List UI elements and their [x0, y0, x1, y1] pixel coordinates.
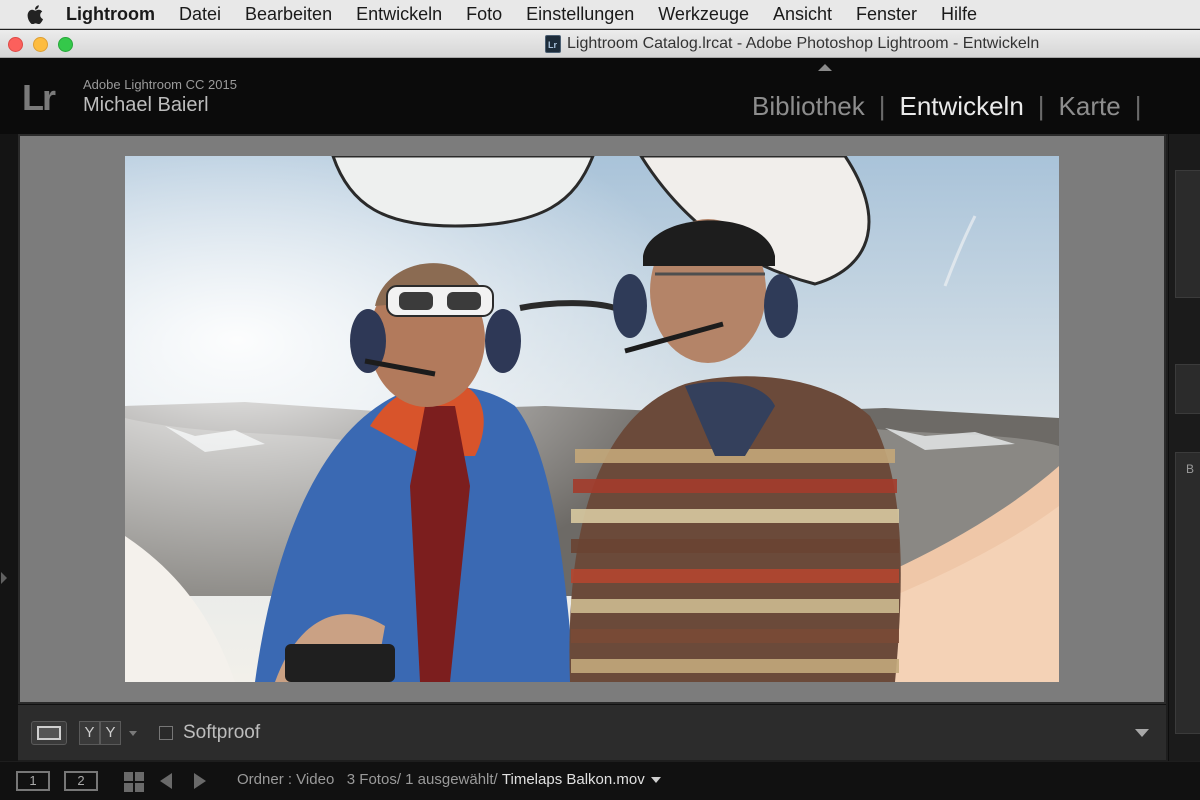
expand-left-panel-icon[interactable]: [1, 572, 7, 584]
module-entwickeln[interactable]: Entwickeln: [900, 91, 1024, 122]
basic-panel-header[interactable]: B: [1186, 462, 1194, 476]
video-frame-image: [125, 156, 1059, 682]
photo-preview[interactable]: [125, 156, 1059, 682]
source-folder-label[interactable]: Ordner : Video: [237, 771, 334, 788]
apple-icon[interactable]: [26, 4, 44, 24]
lightroom-top-panel: Lr Adobe Lightroom CC 2015 Michael Baier…: [0, 58, 1200, 134]
basic-panel: [1175, 452, 1200, 734]
previous-photo-icon[interactable]: [160, 773, 172, 789]
current-filename[interactable]: Timelaps Balkon.mov: [502, 771, 645, 788]
module-karte[interactable]: Karte: [1059, 91, 1121, 122]
right-panel-partial: B: [1168, 134, 1200, 761]
module-picker: Bibliothek | Entwickeln | Karte |: [752, 91, 1155, 122]
tool-strip: [1175, 364, 1200, 414]
menu-foto[interactable]: Foto: [466, 4, 502, 25]
filename-dropdown-icon[interactable]: [650, 777, 661, 784]
loupe-view-button[interactable]: [31, 721, 67, 745]
loupe-view-icon: [37, 726, 61, 740]
menu-werkzeuge[interactable]: Werkzeuge: [658, 4, 749, 25]
menu-fenster[interactable]: Fenster: [856, 4, 917, 25]
menu-hilfe[interactable]: Hilfe: [941, 4, 977, 25]
develop-toolbar: Y Y Softproof: [18, 704, 1166, 760]
menu-einstellungen[interactable]: Einstellungen: [526, 4, 634, 25]
before-after-view-button[interactable]: Y Y: [79, 721, 121, 745]
module-separator: |: [1134, 91, 1142, 121]
module-bibliothek[interactable]: Bibliothek: [752, 91, 865, 122]
histogram-panel: [1175, 170, 1200, 298]
filmstrip-source-info: Ordner : Video 3 Fotos/ 1 ausgewählt/ Ti…: [237, 771, 661, 788]
menu-ansicht[interactable]: Ansicht: [773, 4, 832, 25]
lightroom-logo: Lr: [22, 77, 56, 118]
filmstrip-bar: 1 2 Ordner : Video 3 Fotos/ 1 ausgewählt…: [0, 762, 1200, 800]
toolbar-content-menu-icon[interactable]: [1135, 729, 1149, 737]
minimize-window-button[interactable]: [33, 37, 48, 52]
lrcat-document-icon: Lr: [545, 35, 561, 53]
softproof-checkbox[interactable]: [159, 726, 173, 740]
mac-menubar: Lightroom Datei Bearbeiten Entwickeln Fo…: [0, 0, 1200, 29]
module-separator: |: [878, 91, 886, 121]
close-window-button[interactable]: [8, 37, 23, 52]
fullscreen-window-button[interactable]: [58, 37, 73, 52]
menu-entwickeln[interactable]: Entwickeln: [356, 4, 442, 25]
menu-app-lightroom[interactable]: Lightroom: [66, 4, 155, 25]
left-panel-collapsed: [0, 134, 18, 761]
secondary-window-button[interactable]: 2: [64, 771, 98, 791]
identity-plate-user: Michael Baierl: [83, 94, 209, 116]
window-titlebar: Lr Lightroom Catalog.lrcat - Adobe Photo…: [0, 30, 1200, 58]
grid-view-icon[interactable]: [124, 772, 144, 792]
svg-text:Lr: Lr: [548, 40, 557, 50]
product-name: Adobe Lightroom CC 2015: [83, 77, 237, 92]
next-photo-icon[interactable]: [194, 773, 206, 789]
photo-count-text: 3 Fotos/ 1 ausgewählt/: [346, 771, 498, 788]
module-separator: |: [1037, 91, 1045, 121]
before-after-dropdown-icon[interactable]: [129, 731, 137, 736]
top-panel-collapse-icon[interactable]: [818, 64, 832, 71]
menu-bearbeiten[interactable]: Bearbeiten: [245, 4, 332, 25]
before-after-right-glyph: Y: [100, 721, 121, 745]
before-after-left-glyph: Y: [79, 721, 100, 745]
softproof-label: Softproof: [183, 722, 261, 743]
menu-datei[interactable]: Datei: [179, 4, 221, 25]
main-window-button[interactable]: 1: [16, 771, 50, 791]
window-title: Lightroom Catalog.lrcat - Adobe Photosho…: [567, 35, 1040, 52]
